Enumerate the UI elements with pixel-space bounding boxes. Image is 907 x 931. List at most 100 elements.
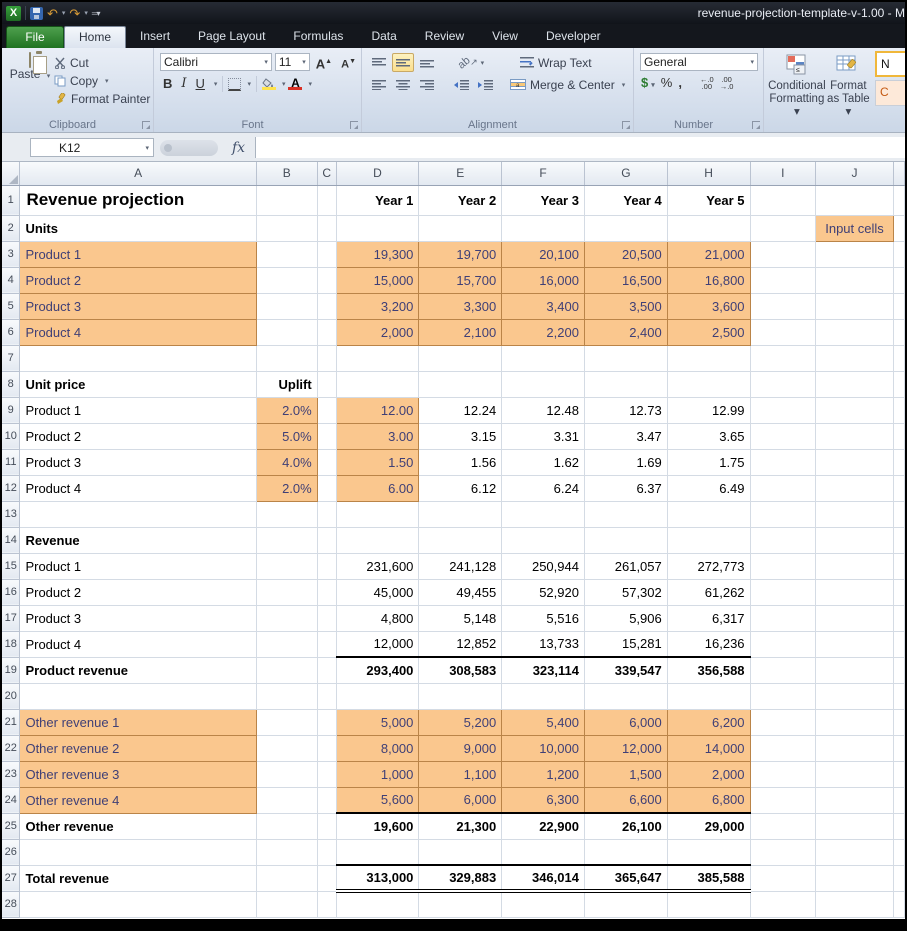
cell-H14[interactable] xyxy=(667,527,750,553)
row-header-10[interactable]: 10 xyxy=(2,423,20,449)
cell-J2[interactable]: Input cells xyxy=(816,215,894,241)
cell-B4[interactable] xyxy=(256,267,317,293)
cell-A11[interactable]: Product 3 xyxy=(20,449,256,475)
cell-I24[interactable] xyxy=(750,787,816,813)
cell-G20[interactable] xyxy=(584,683,667,709)
cell-edge17[interactable] xyxy=(893,605,904,631)
cell-I9[interactable] xyxy=(750,397,816,423)
cell-C28[interactable] xyxy=(317,891,336,917)
cell-E10[interactable]: 3.15 xyxy=(419,423,502,449)
customize-qat-button[interactable]: ═▾ xyxy=(92,9,100,18)
name-box[interactable]: K12 ▾ xyxy=(30,138,154,157)
percent-style-button[interactable]: % xyxy=(661,75,673,90)
cell-F21[interactable]: 5,400 xyxy=(502,709,585,735)
cell-F8[interactable] xyxy=(502,371,585,397)
cell-D4[interactable]: 15,000 xyxy=(336,267,419,293)
cell-J28[interactable] xyxy=(816,891,894,917)
cell-D11[interactable]: 1.50 xyxy=(336,449,419,475)
align-top-button[interactable] xyxy=(368,53,390,72)
row-header-18[interactable]: 18 xyxy=(2,631,20,657)
cell-H5[interactable]: 3,600 xyxy=(667,293,750,319)
cell-B19[interactable] xyxy=(256,657,317,683)
row-header-4[interactable]: 4 xyxy=(2,267,20,293)
tab-review[interactable]: Review xyxy=(411,26,478,48)
font-color-button[interactable]: A xyxy=(288,78,302,90)
cell-F19[interactable]: 323,114 xyxy=(502,657,585,683)
formula-bar-splitter[interactable] xyxy=(160,140,218,156)
cell-B1[interactable] xyxy=(256,185,317,215)
cell-E21[interactable]: 5,200 xyxy=(419,709,502,735)
cell-E24[interactable]: 6,000 xyxy=(419,787,502,813)
cell-D16[interactable]: 45,000 xyxy=(336,579,419,605)
alignment-dialog-launcher[interactable] xyxy=(622,121,630,129)
cell-F4[interactable]: 16,000 xyxy=(502,267,585,293)
cell-H19[interactable]: 356,588 xyxy=(667,657,750,683)
cell-F13[interactable] xyxy=(502,501,585,527)
col-header-A[interactable]: A xyxy=(20,162,256,185)
cell-E18[interactable]: 12,852 xyxy=(419,631,502,657)
cell-C14[interactable] xyxy=(317,527,336,553)
cell-I4[interactable] xyxy=(750,267,816,293)
cell-C2[interactable] xyxy=(317,215,336,241)
cell-J26[interactable] xyxy=(816,839,894,865)
cell-F3[interactable]: 20,100 xyxy=(502,241,585,267)
cell-edge23[interactable] xyxy=(893,761,904,787)
cell-H8[interactable] xyxy=(667,371,750,397)
cell-A26[interactable] xyxy=(20,839,256,865)
cell-C6[interactable] xyxy=(317,319,336,345)
cell-B20[interactable] xyxy=(256,683,317,709)
cell-C12[interactable] xyxy=(317,475,336,501)
cell-G15[interactable]: 261,057 xyxy=(584,553,667,579)
increase-decimal-button[interactable]: ←.0.00 xyxy=(700,76,714,90)
cell-E27[interactable]: 329,883 xyxy=(419,865,502,891)
cell-D8[interactable] xyxy=(336,371,419,397)
cell-edge11[interactable] xyxy=(893,449,904,475)
cell-C18[interactable] xyxy=(317,631,336,657)
cell-D5[interactable]: 3,200 xyxy=(336,293,419,319)
cell-F18[interactable]: 13,733 xyxy=(502,631,585,657)
row-header-12[interactable]: 12 xyxy=(2,475,20,501)
cell-A6[interactable]: Product 4 xyxy=(20,319,256,345)
cell-B7[interactable] xyxy=(256,345,317,371)
cell-A7[interactable] xyxy=(20,345,256,371)
cell-A19[interactable]: Product revenue xyxy=(20,657,256,683)
cell-F2[interactable] xyxy=(502,215,585,241)
col-header-D[interactable]: D xyxy=(336,162,419,185)
cell-I3[interactable] xyxy=(750,241,816,267)
formula-input[interactable] xyxy=(255,137,905,158)
cell-G18[interactable]: 15,281 xyxy=(584,631,667,657)
cell-E19[interactable]: 308,583 xyxy=(419,657,502,683)
cell-E26[interactable] xyxy=(419,839,502,865)
cell-I25[interactable] xyxy=(750,813,816,839)
cell-D6[interactable]: 2,000 xyxy=(336,319,419,345)
font-color-caret[interactable]: ▾ xyxy=(308,80,312,88)
cell-F5[interactable]: 3,400 xyxy=(502,293,585,319)
font-family-combo[interactable]: Calibri▾ xyxy=(160,53,272,71)
cell-A16[interactable]: Product 2 xyxy=(20,579,256,605)
cell-E25[interactable]: 21,300 xyxy=(419,813,502,839)
cell-B12[interactable]: 2.0% xyxy=(256,475,317,501)
italic-button[interactable]: I xyxy=(178,75,189,93)
row-header-14[interactable]: 14 xyxy=(2,527,20,553)
col-header-edge[interactable] xyxy=(893,162,904,185)
cell-G26[interactable] xyxy=(584,839,667,865)
cell-B3[interactable] xyxy=(256,241,317,267)
cell-H20[interactable] xyxy=(667,683,750,709)
cell-B23[interactable] xyxy=(256,761,317,787)
cell-H4[interactable]: 16,800 xyxy=(667,267,750,293)
cell-B11[interactable]: 4.0% xyxy=(256,449,317,475)
cell-B28[interactable] xyxy=(256,891,317,917)
cell-E7[interactable] xyxy=(419,345,502,371)
shrink-font-button[interactable]: A▼ xyxy=(338,53,359,71)
cell-A20[interactable] xyxy=(20,683,256,709)
cell-I1[interactable] xyxy=(750,185,816,215)
cell-B17[interactable] xyxy=(256,605,317,631)
comma-style-button[interactable]: , xyxy=(678,75,682,90)
select-all-corner[interactable] xyxy=(2,162,20,185)
cell-D15[interactable]: 231,600 xyxy=(336,553,419,579)
cell-edge19[interactable] xyxy=(893,657,904,683)
cell-A12[interactable]: Product 4 xyxy=(20,475,256,501)
decrease-indent-button[interactable] xyxy=(450,75,472,94)
wrap-text-button[interactable]: Wrap Text xyxy=(520,56,592,70)
cell-J11[interactable] xyxy=(816,449,894,475)
